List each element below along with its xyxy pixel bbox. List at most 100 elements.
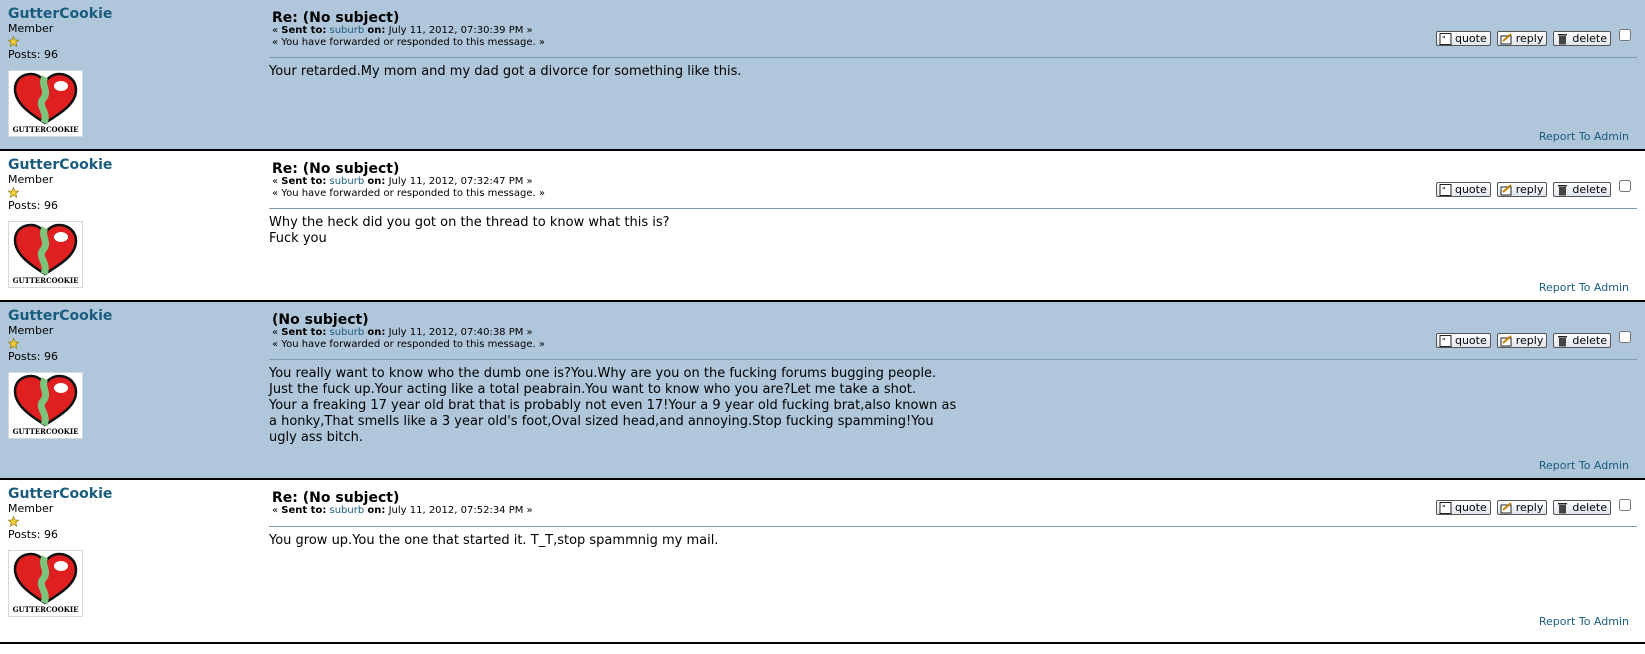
reply-button[interactable]: reply (1496, 31, 1548, 46)
on-label: on: (367, 25, 386, 36)
report-to-admin-link[interactable]: Report To Admin (1539, 281, 1629, 294)
recipient-link[interactable]: suburb (330, 505, 365, 516)
message-body: You really want to know who the dumb one… (269, 366, 957, 445)
message-row: GutterCookie Member Posts: 96 GUTTERCOOK… (0, 302, 1645, 480)
delete-button[interactable]: delete (1553, 333, 1611, 348)
message-subject: Re: (No subject) (272, 490, 400, 506)
sent-prefix: « (272, 25, 282, 36)
svg-text:": " (1442, 186, 1446, 195)
select-checkbox[interactable] (1619, 180, 1631, 192)
svg-text:": " (1442, 337, 1446, 346)
message-content: Re: (No subject) « Sent to: suburb on: J… (269, 480, 1637, 642)
reply-icon (1500, 334, 1512, 346)
avatar: GUTTERCOOKIE (8, 550, 83, 617)
message-body: You grow up.You the one that started it.… (269, 533, 719, 548)
avatar: GUTTERCOOKIE (8, 372, 83, 439)
quote-button[interactable]: " quote (1435, 333, 1491, 348)
poster-post-count: Posts: 96 (8, 199, 58, 212)
quote-icon: " (1439, 32, 1452, 45)
message-actions: " quote reply delete (1435, 333, 1611, 348)
on-label: on: (367, 327, 386, 338)
divider (269, 208, 1637, 209)
poster-post-count: Posts: 96 (8, 528, 58, 541)
sent-prefix: « (272, 176, 282, 187)
sent-label: Sent to: (281, 176, 327, 187)
quote-button[interactable]: " quote (1435, 500, 1491, 515)
avatar: GUTTERCOOKIE (8, 221, 83, 288)
star-icon (7, 337, 228, 350)
avatar-heart-icon (13, 552, 78, 605)
select-checkbox[interactable] (1619, 499, 1631, 511)
star-icon (7, 515, 228, 528)
quote-icon: " (1439, 183, 1452, 196)
report-to-admin-link[interactable]: Report To Admin (1539, 459, 1629, 472)
on-label: on: (367, 505, 386, 516)
message-sent-info: « Sent to: suburb on: July 11, 2012, 07:… (272, 327, 533, 339)
reply-button[interactable]: reply (1496, 500, 1548, 515)
svg-text:": " (1442, 35, 1446, 44)
message-actions: " quote reply delete (1435, 182, 1611, 197)
poster-name-link[interactable]: GutterCookie (8, 486, 228, 502)
avatar-caption: GUTTERCOOKIE (12, 125, 79, 134)
svg-text:": " (1442, 504, 1446, 513)
poster-role: Member (8, 502, 54, 515)
delete-button[interactable]: delete (1553, 182, 1611, 197)
message-actions: " quote reply delete (1435, 31, 1611, 46)
delete-label: delete (1572, 501, 1607, 514)
poster-info: GutterCookie Member Posts: 96 GUTTERCOOK… (7, 6, 228, 137)
quote-label: quote (1454, 334, 1487, 347)
quote-label: quote (1454, 183, 1487, 196)
quote-button[interactable]: " quote (1435, 31, 1491, 46)
message-date: July 11, 2012, 07:32:47 PM » (388, 176, 533, 187)
reply-icon (1500, 501, 1512, 513)
report-to-admin-link[interactable]: Report To Admin (1539, 615, 1629, 628)
forward-note: « You have forwarded or responded to thi… (272, 188, 545, 199)
poster-role: Member (8, 324, 54, 337)
select-checkbox[interactable] (1619, 331, 1631, 343)
reply-icon (1500, 32, 1512, 44)
reply-button[interactable]: reply (1496, 182, 1548, 197)
recipient-link[interactable]: suburb (330, 25, 365, 36)
report-to-admin-link[interactable]: Report To Admin (1539, 130, 1629, 143)
poster-role: Member (8, 22, 54, 35)
quote-label: quote (1454, 32, 1487, 45)
poster-name-link[interactable]: GutterCookie (8, 308, 228, 324)
message-subject: Re: (No subject) (272, 161, 400, 177)
select-checkbox[interactable] (1619, 29, 1631, 41)
delete-label: delete (1572, 334, 1607, 347)
message-sent-info: « Sent to: suburb on: July 11, 2012, 07:… (272, 176, 533, 188)
delete-button[interactable]: delete (1553, 31, 1611, 46)
recipient-link[interactable]: suburb (330, 176, 365, 187)
poster-post-count: Posts: 96 (8, 350, 58, 363)
sent-prefix: « (272, 505, 282, 516)
message-subject: Re: (No subject) (272, 10, 400, 26)
recipient-link[interactable]: suburb (330, 327, 365, 338)
poster-name-link[interactable]: GutterCookie (8, 157, 228, 173)
message-subject: (No subject) (272, 312, 369, 328)
message-sent-info: « Sent to: suburb on: July 11, 2012, 07:… (272, 25, 533, 37)
message-row: GutterCookie Member Posts: 96 GUTTERCOOK… (0, 480, 1645, 644)
message-content: (No subject) « Sent to: suburb on: July … (269, 302, 1637, 478)
message-content: Re: (No subject) « Sent to: suburb on: J… (269, 151, 1637, 300)
poster-info: GutterCookie Member Posts: 96 GUTTERCOOK… (7, 157, 228, 288)
delete-label: delete (1572, 32, 1607, 45)
divider (269, 526, 1637, 527)
delete-icon (1558, 502, 1568, 513)
avatar-caption: GUTTERCOOKIE (12, 605, 79, 614)
quote-button[interactable]: " quote (1435, 182, 1491, 197)
delete-icon (1558, 184, 1568, 195)
message-actions: " quote reply delete (1435, 500, 1611, 515)
message-body: Why the heck did you got on the thread t… (269, 215, 670, 246)
message-row: GutterCookie Member Posts: 96 GUTTERCOOK… (0, 0, 1645, 151)
quote-icon: " (1439, 334, 1452, 347)
avatar-caption: GUTTERCOOKIE (12, 276, 79, 285)
delete-button[interactable]: delete (1553, 500, 1611, 515)
quote-label: quote (1454, 501, 1487, 514)
reply-label: reply (1515, 334, 1544, 347)
forward-note: « You have forwarded or responded to thi… (272, 339, 545, 350)
star-icon (7, 186, 228, 199)
delete-icon (1558, 33, 1568, 44)
sent-label: Sent to: (281, 25, 327, 36)
poster-name-link[interactable]: GutterCookie (8, 6, 228, 22)
reply-button[interactable]: reply (1496, 333, 1548, 348)
